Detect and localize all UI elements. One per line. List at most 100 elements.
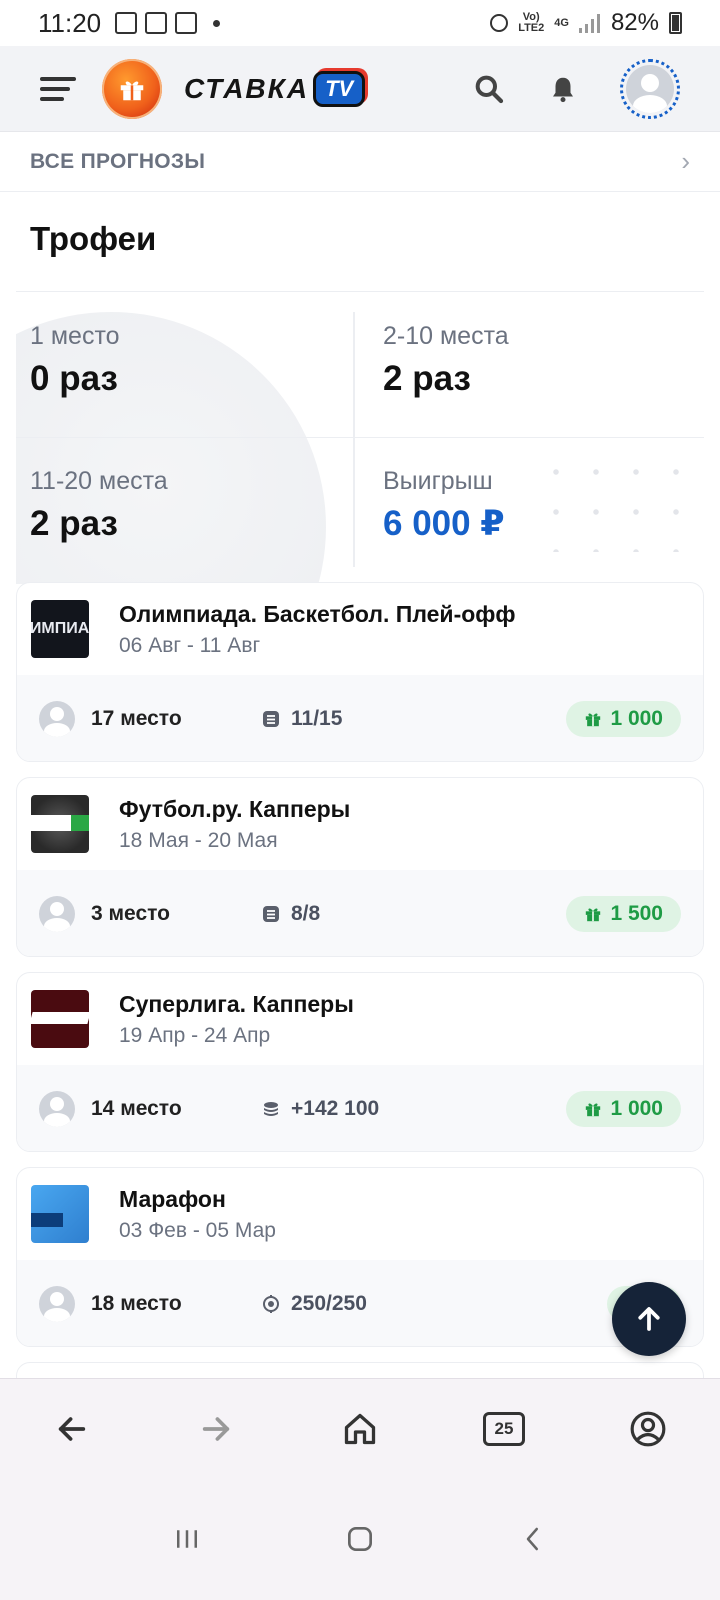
back-system-button[interactable] [503,1509,563,1569]
list-icon [263,711,279,727]
arrow-up-icon [638,1307,660,1331]
progress-metric: +142 100 [261,1097,379,1121]
menu-button[interactable] [40,76,76,101]
prize-badge: 1 000 [566,1091,681,1127]
thumbnail-text: ЛИМПИАД [31,620,89,637]
target-icon [263,1295,279,1313]
app-header: СТАВКА TV [0,46,720,132]
metric-value: 250/250 [291,1292,367,1315]
progress-metric: 8/8 [261,902,320,926]
tabs-button[interactable]: 25 [474,1399,534,1459]
all-predictions-label: ВСЕ ПРОГНОЗЫ [30,149,206,173]
progress-metric: 11/15 [261,707,342,731]
tournament-thumbnail [31,990,89,1048]
tournament-name: Олимпиада. Баскетбол. Плей-офф [119,600,516,627]
coins-icon [264,1102,278,1116]
stat-winnings: Выигрыш 6 000 ₽ [383,467,505,544]
tournament-card[interactable]: Футбол.ру. Капперы 18 Мая - 20 Мая 3 мес… [16,777,704,957]
gift-icon [586,713,601,727]
stat-first-place: 1 место 0 раз [30,322,120,399]
tournament-card[interactable]: Суперлига. Капперы 19 Апр - 24 Апр 14 ме… [16,972,704,1152]
tournament-card[interactable]: Марафон 03 Фев - 05 Мар 18 место 250/250… [16,1167,704,1347]
user-circle-icon [630,1411,666,1446]
avatar [39,1286,75,1322]
stat-top10: 2-10 места 2 раз [383,322,509,399]
stat-value: 2 раз [383,359,471,398]
prize-badge: 1 500 [566,896,681,932]
home-system-button[interactable] [330,1509,390,1569]
bell-icon [553,77,573,102]
stat-label: Выигрыш [383,467,493,495]
avatar [626,64,674,113]
tournament-thumbnail [31,1185,89,1243]
search-icon [475,75,504,103]
prize-amount: 1 000 [610,707,663,730]
stat-value: 2 раз [30,504,118,543]
lte-label: LTE2 [518,22,545,34]
battery-icon [669,12,682,34]
gift-promo-button[interactable] [102,58,162,119]
stat-label: 11-20 места [30,467,168,495]
metric-value: +142 100 [291,1097,380,1120]
stat-value: 0 раз [30,359,118,398]
gift-icon [586,908,601,922]
divider [16,437,704,438]
search-button[interactable] [472,72,506,106]
forward-button[interactable] [186,1399,246,1459]
scroll-to-top-button[interactable] [612,1282,686,1356]
system-navigation-bar [0,1478,720,1600]
avatar [39,701,75,737]
home-square-icon [347,1527,372,1551]
tournament-card[interactable]: ЛИМПИАД Олимпиада. Баскетбол. Плей-офф 0… [16,582,704,762]
tournament-name: Футбол.ру. Капперы [119,795,351,822]
chevron-left-icon [527,1527,539,1551]
tabs-count: 25 [494,1418,514,1438]
tournament-dates: 19 Апр - 24 Апр [119,1023,271,1047]
tournament-dates: 06 Авг - 11 Авг [119,633,261,657]
arrow-right-icon [202,1416,230,1441]
brand-logo[interactable]: СТАВКА TV [184,70,366,107]
browser-navigation-bar: 25 [0,1378,720,1478]
signal-strength-icon [578,13,601,33]
divider [353,312,355,567]
back-button[interactable] [42,1399,102,1459]
tournament-thumbnail: ЛИМПИАД [31,600,89,658]
recent-apps-button[interactable] [157,1509,217,1569]
status-bar: 11:20 Vo) LTE2 4G 82% [0,0,720,46]
stat-top20: 11-20 места 2 раз [30,467,168,544]
calendar-icon [145,12,168,34]
home-icon [344,1413,376,1444]
menu-icon [40,76,76,81]
status-time: 11:20 [38,7,102,38]
place: 14 место [91,1097,182,1120]
metric-value: 8/8 [291,902,321,925]
brand-name: СТАВКА [184,72,310,104]
prize-amount: 1 000 [610,1097,663,1120]
progress-metric: 250/250 [261,1292,367,1316]
gift-icon [586,1103,601,1117]
tournament-name: Суперлига. Капперы [119,990,354,1017]
network-volte-indicator: Vo) LTE2 [518,12,544,34]
home-button[interactable] [330,1399,390,1459]
arrow-left-icon [58,1416,86,1441]
notifications-button[interactable] [546,72,580,106]
tabs-icon: 25 [483,1411,525,1446]
tournament-thumbnail [31,795,89,853]
place: 18 место [91,1292,182,1315]
trophies-stats: 1 место 0 раз 2-10 места 2 раз 11-20 мес… [16,292,704,584]
account-button[interactable] [618,1399,678,1459]
app-notification-icon [175,12,198,34]
all-predictions-link[interactable]: ВСЕ ПРОГНОЗЫ › [0,132,720,192]
place: 3 место [91,902,170,925]
avatar [39,896,75,932]
recent-apps-icon [176,1530,197,1548]
tournament-dates: 18 Мая - 20 Мая [119,828,278,852]
tournament-dates: 03 Фев - 05 Мар [119,1218,276,1242]
list-icon [263,906,279,922]
avatar [39,1091,75,1127]
profile-avatar-button[interactable] [620,58,680,119]
metric-value: 11/15 [291,707,343,730]
tournament-name: Марафон [119,1185,226,1212]
status-notification-icons [115,12,221,34]
more-notifications-dot-icon [213,19,221,27]
